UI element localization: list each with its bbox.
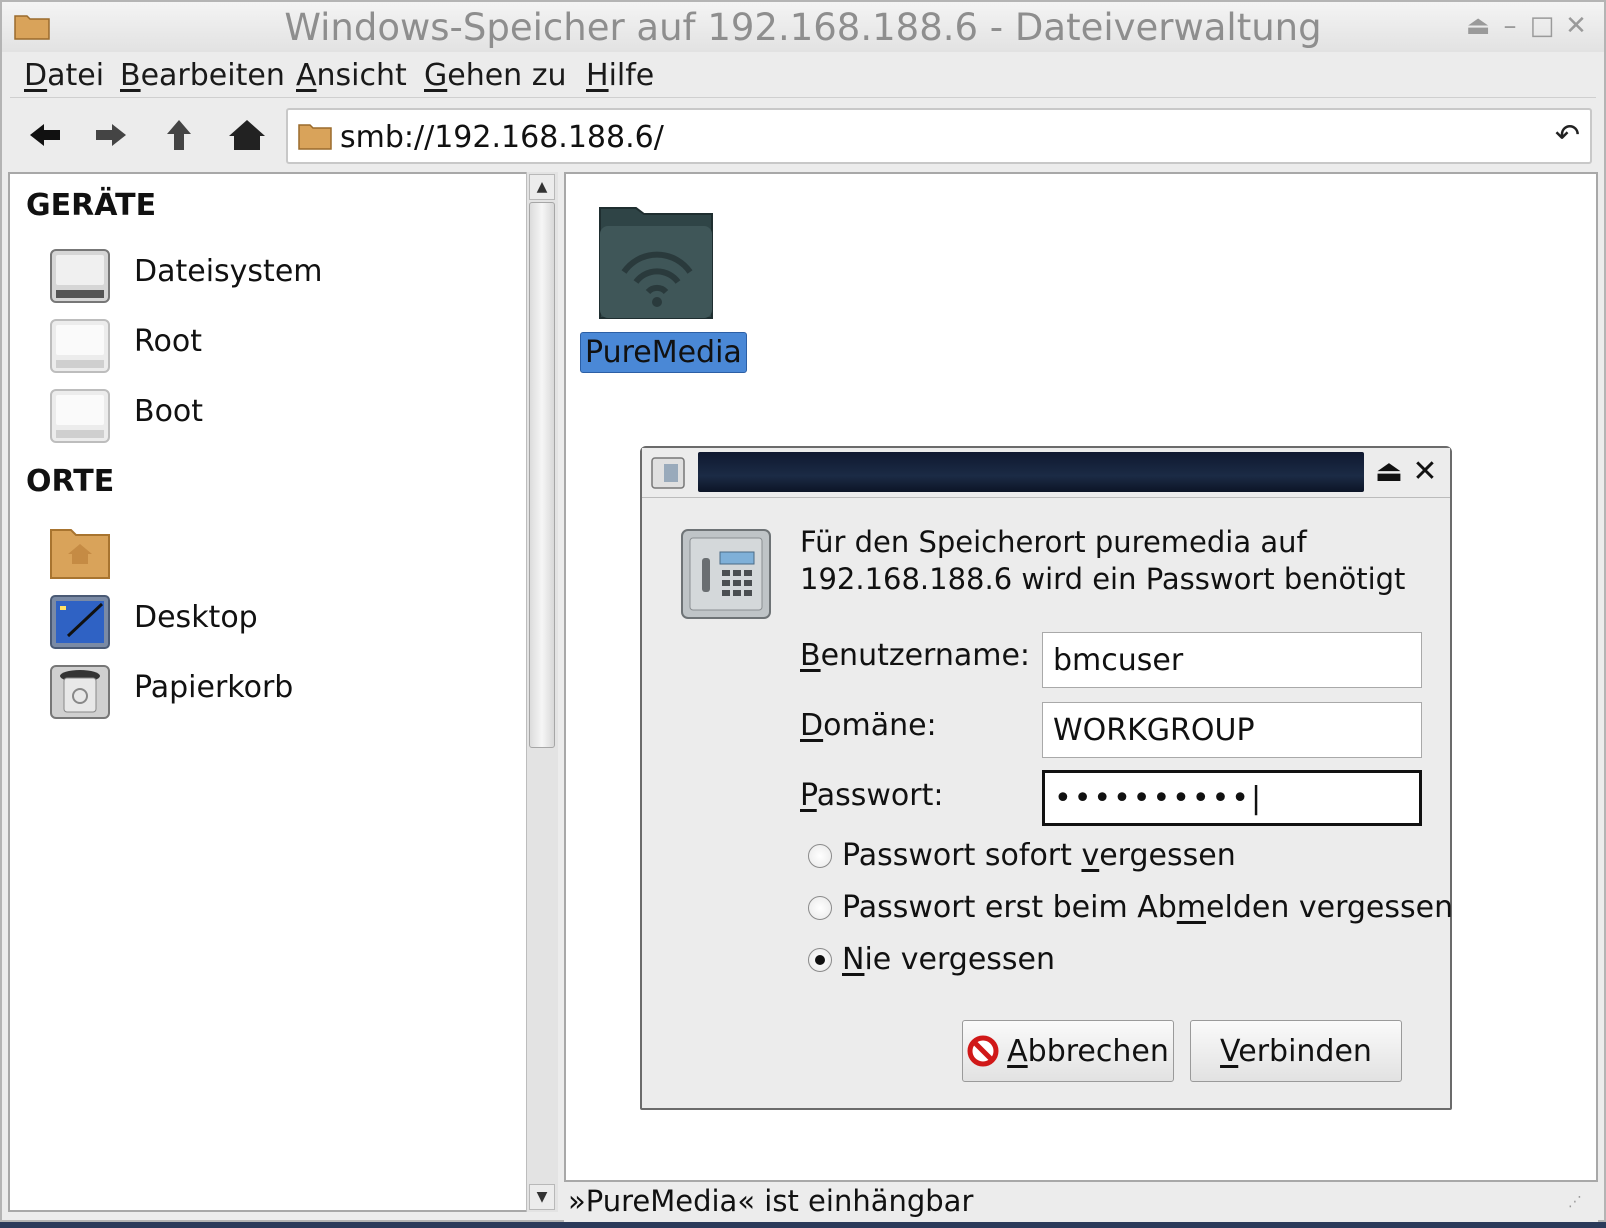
sidebar-scrollbar[interactable]: ▲ ▼ [526, 172, 558, 1212]
minimize-icon[interactable]: – [1496, 12, 1524, 40]
sidebar: GERÄTE Dateisystem Root Boot ORTE Deskto… [8, 172, 536, 1212]
window-title: Windows-Speicher auf 192.168.188.6 - Dat… [284, 6, 1322, 49]
radio-button[interactable] [808, 844, 832, 868]
devices-heading: GERÄTE [26, 188, 157, 223]
forward-arrow-icon [96, 124, 126, 146]
sidebar-item-boot[interactable]: Boot [48, 382, 508, 448]
radio-button[interactable] [808, 896, 832, 920]
menu-bar: Datei Bearbeiten Ansicht Gehen zu Hilfe [10, 54, 1596, 98]
address-text[interactable]: smb://192.168.188.6/ [340, 120, 664, 155]
dialog-title-strip [698, 452, 1364, 492]
back-button[interactable] [22, 114, 68, 156]
forward-button[interactable] [88, 114, 134, 156]
scrollbar-thumb[interactable] [529, 202, 555, 748]
sidebar-item-dateisystem[interactable]: Dateisystem [48, 242, 508, 308]
menu-gehen-zu[interactable]: Gehen zu [424, 58, 567, 93]
sidebar-item-desktop[interactable]: Desktop [48, 588, 508, 654]
home-icon [229, 120, 265, 150]
menu-bearbeiten[interactable]: Bearbeiten [120, 58, 285, 93]
safe-icon [681, 529, 771, 619]
maximize-icon[interactable]: □ [1528, 12, 1556, 40]
dialog-title-bar[interactable]: ⏏ ✕ [642, 448, 1450, 498]
scroll-down-icon[interactable]: ▼ [529, 1184, 555, 1210]
hard-drive-icon [50, 249, 110, 303]
text-cursor: | [1250, 781, 1264, 816]
sidebar-item-label: Boot [134, 394, 204, 429]
resize-grip-icon[interactable]: ⋰ [1568, 1194, 1594, 1220]
safe-icon [651, 457, 685, 489]
places-heading: ORTE [26, 464, 115, 499]
eject-icon[interactable]: ⏏ [1372, 454, 1406, 489]
sidebar-item-papierkorb[interactable]: Papierkorb [48, 658, 508, 724]
stop-icon [967, 1035, 999, 1067]
back-arrow-icon [30, 124, 60, 146]
scroll-up-icon[interactable]: ▲ [529, 174, 555, 200]
radio-button-checked[interactable] [808, 948, 832, 972]
radio-label: Nie vergessen [842, 942, 1056, 977]
radio-label: Passwort erst beim Abmelden vergessen [842, 890, 1454, 925]
password-dots: •••••••••• [1054, 781, 1251, 816]
network-share-folder-icon [599, 207, 713, 319]
cancel-label: Abbrechen [1007, 1033, 1169, 1069]
username-field[interactable] [1042, 632, 1422, 688]
sidebar-item-label: Root [134, 324, 202, 359]
address-bar[interactable]: smb://192.168.188.6/ ↶ [286, 108, 1592, 164]
status-text: »PureMedia« ist einhängbar [568, 1184, 974, 1218]
username-label: Benutzername: [800, 638, 1031, 673]
sidebar-item-home[interactable] [48, 518, 508, 584]
hard-drive-icon [50, 389, 110, 443]
folder-icon [298, 124, 332, 150]
radio-label: Passwort sofort vergessen [842, 838, 1236, 873]
cancel-button[interactable]: Abbrechen [962, 1020, 1174, 1082]
sidebar-item-label: Desktop [134, 600, 258, 635]
sidebar-item-root[interactable]: Root [48, 312, 508, 378]
menu-datei[interactable]: Datei [24, 58, 104, 93]
connect-label: Verbinden [1220, 1033, 1372, 1069]
hard-drive-icon [50, 319, 110, 373]
up-button[interactable] [156, 114, 202, 156]
dialog-message: Für den Speicherort puremedia auf 192.16… [800, 525, 1406, 596]
up-arrow-icon [167, 120, 191, 150]
sidebar-item-label: Papierkorb [134, 670, 294, 705]
eject-icon[interactable]: ⏏ [1464, 12, 1492, 40]
file-item-label: PureMedia [580, 332, 747, 373]
title-bar[interactable]: Windows-Speicher auf 192.168.188.6 - Dat… [2, 2, 1604, 52]
password-label: Passwort: [800, 778, 944, 813]
file-item-puremedia[interactable]: PureMedia [580, 196, 747, 376]
password-field[interactable]: ••••••••••| [1042, 770, 1422, 826]
domain-field[interactable] [1042, 702, 1422, 758]
trash-icon [50, 665, 110, 719]
home-button[interactable] [224, 114, 270, 156]
menu-hilfe[interactable]: Hilfe [586, 58, 654, 93]
status-bar: »PureMedia« ist einhängbar ⋰ [564, 1184, 1598, 1222]
toolbar: smb://192.168.188.6/ ↶ [10, 102, 1596, 168]
reload-icon[interactable]: ↶ [1555, 118, 1580, 153]
menu-ansicht[interactable]: Ansicht [296, 58, 407, 93]
domain-label: Domäne: [800, 708, 937, 743]
sidebar-item-label: Dateisystem [134, 254, 323, 289]
close-icon[interactable]: ✕ [1408, 454, 1442, 489]
desktop-icon [50, 595, 110, 649]
home-folder-icon [50, 529, 110, 579]
close-icon[interactable]: ✕ [1562, 12, 1590, 40]
connect-button[interactable]: Verbinden [1190, 1020, 1402, 1082]
password-dialog: ⏏ ✕ Für den Speicherort puremedia auf 19… [640, 446, 1454, 1110]
